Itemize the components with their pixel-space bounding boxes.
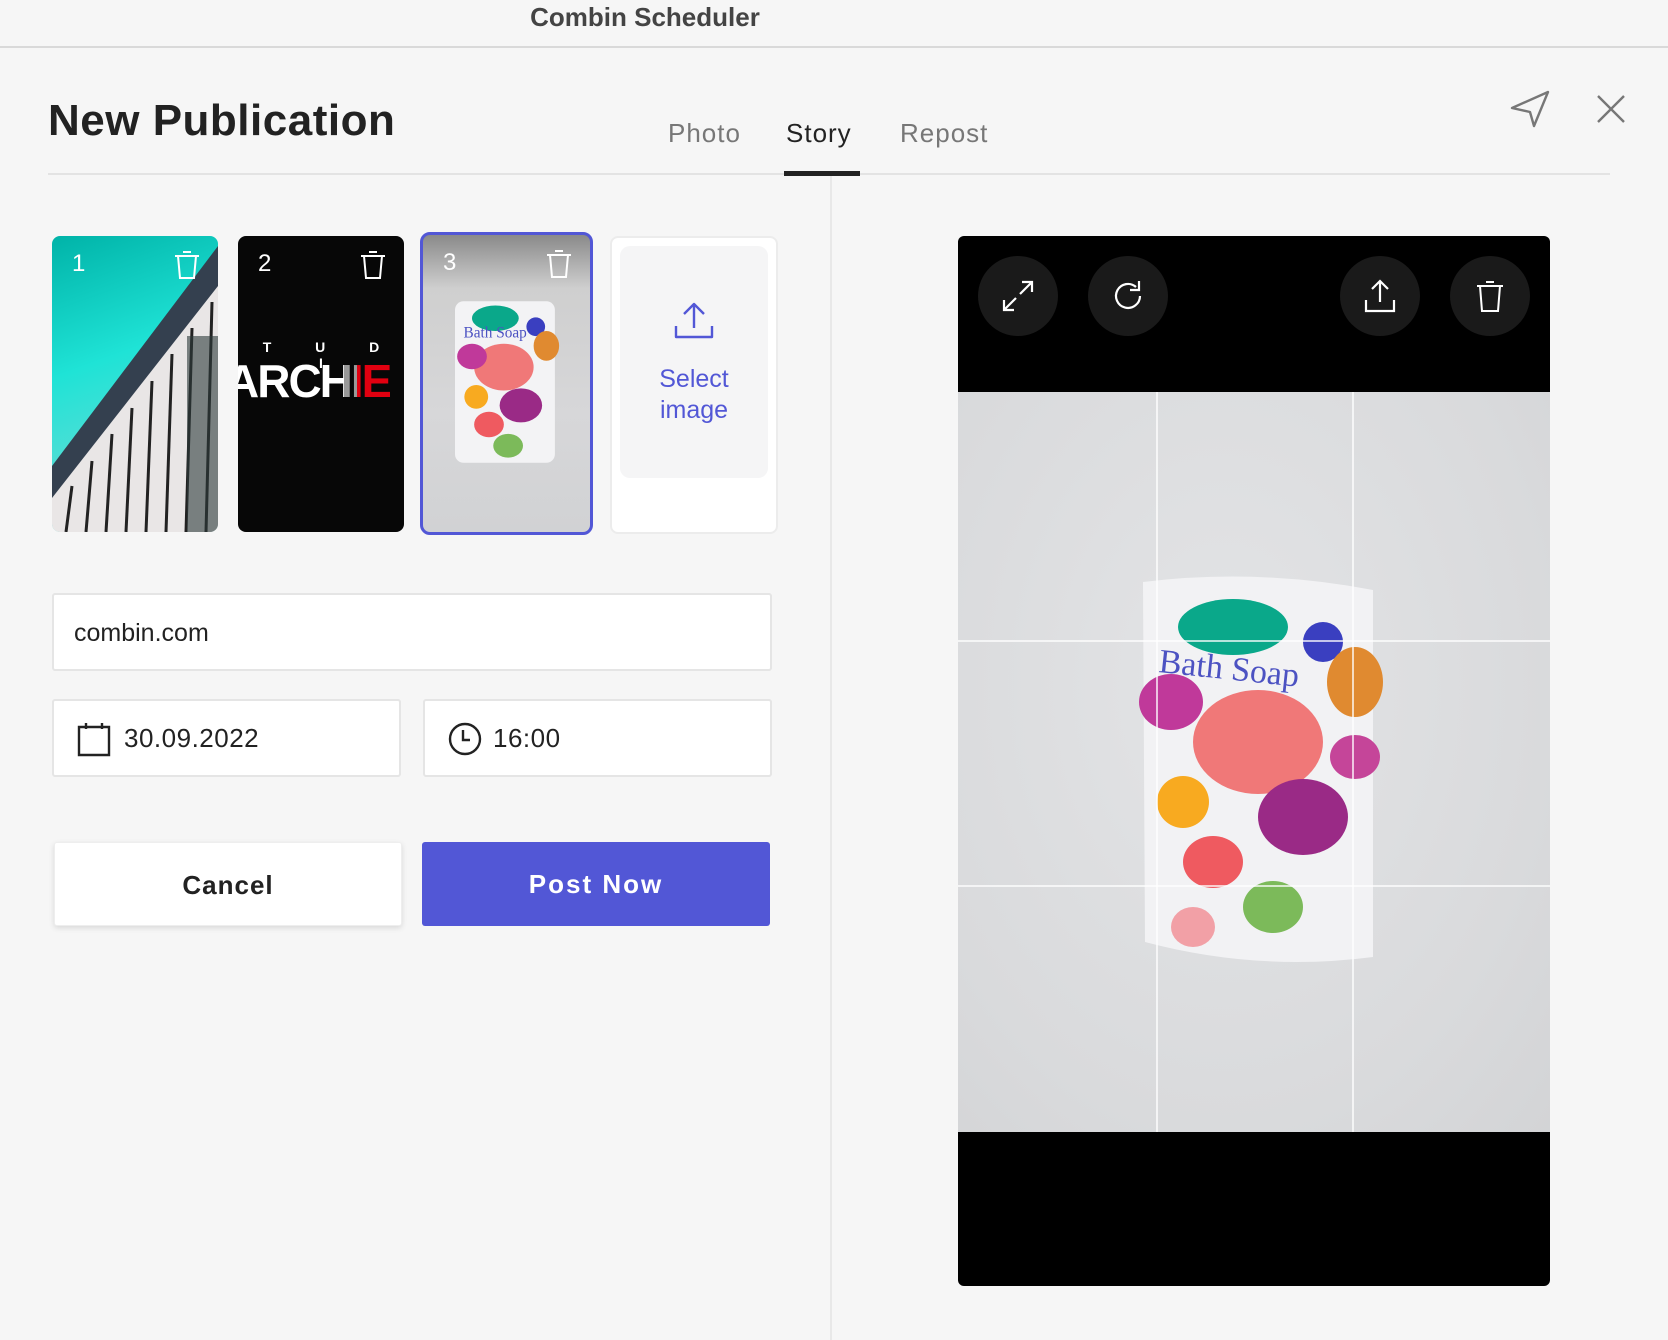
bath-soap-product: Bath Soap <box>1139 576 1383 962</box>
expand-icon <box>1002 280 1034 312</box>
app-title: Combin Scheduler <box>530 2 760 32</box>
trash-icon[interactable] <box>356 248 390 282</box>
upload-button[interactable] <box>1340 256 1420 336</box>
media-thumb-1[interactable]: 1 <box>52 236 218 532</box>
thumb-index: 2 <box>258 250 272 277</box>
media-thumb-3-selected[interactable]: Bath Soap 3 <box>420 232 593 535</box>
close-icon <box>1597 95 1625 123</box>
link-input[interactable] <box>72 595 756 671</box>
thumb-index: 1 <box>72 250 86 277</box>
send-button[interactable] <box>1508 86 1552 130</box>
date-field[interactable]: 30.09.2022 <box>52 699 401 777</box>
tab-story[interactable]: Story <box>786 118 852 149</box>
trash-icon <box>1477 281 1503 312</box>
tab-photo[interactable]: Photo <box>668 118 741 149</box>
media-thumb-2[interactable]: T U D I ARCHIE 2 <box>238 236 404 532</box>
send-icon <box>1510 90 1550 128</box>
thumb-3-image: Bath Soap <box>455 301 560 463</box>
calendar-icon <box>77 723 111 757</box>
close-button[interactable] <box>1592 90 1630 128</box>
rotate-button[interactable] <box>1088 256 1168 336</box>
active-tab-indicator <box>784 171 860 176</box>
link-field[interactable] <box>52 593 772 671</box>
select-image-panel: Select image <box>620 246 768 478</box>
select-image-button[interactable]: Select image <box>610 236 778 534</box>
grid-line <box>958 640 1550 642</box>
thumb-2-logo-text: ARCHIE <box>238 354 404 408</box>
grid-line <box>958 885 1550 887</box>
date-value: 30.09.2022 <box>124 723 260 753</box>
select-image-label: Select image <box>659 365 729 424</box>
panel-divider <box>830 176 832 1340</box>
time-value: 16:00 <box>493 723 561 753</box>
upload-icon <box>674 302 714 339</box>
preview-image[interactable]: Bath Soap <box>958 392 1550 1132</box>
rotate-icon <box>1114 281 1142 309</box>
time-field[interactable]: 16:00 <box>423 699 772 777</box>
expand-button[interactable] <box>978 256 1058 336</box>
svg-text:Bath Soap: Bath Soap <box>464 324 528 341</box>
thumb-index: 3 <box>443 249 457 276</box>
upload-icon <box>1364 279 1396 313</box>
clock-icon <box>448 722 482 756</box>
trash-icon[interactable] <box>170 248 204 282</box>
tab-repost[interactable]: Repost <box>900 118 988 149</box>
story-preview: Bath Soap <box>958 236 1550 1286</box>
trash-icon[interactable] <box>542 247 576 281</box>
grid-line <box>1156 392 1158 1132</box>
cancel-button[interactable]: Cancel <box>54 842 402 926</box>
delete-button[interactable] <box>1450 256 1530 336</box>
grid-line <box>1352 392 1354 1132</box>
post-now-button[interactable]: Post Now <box>422 842 770 926</box>
page-title: New Publication <box>48 96 396 145</box>
